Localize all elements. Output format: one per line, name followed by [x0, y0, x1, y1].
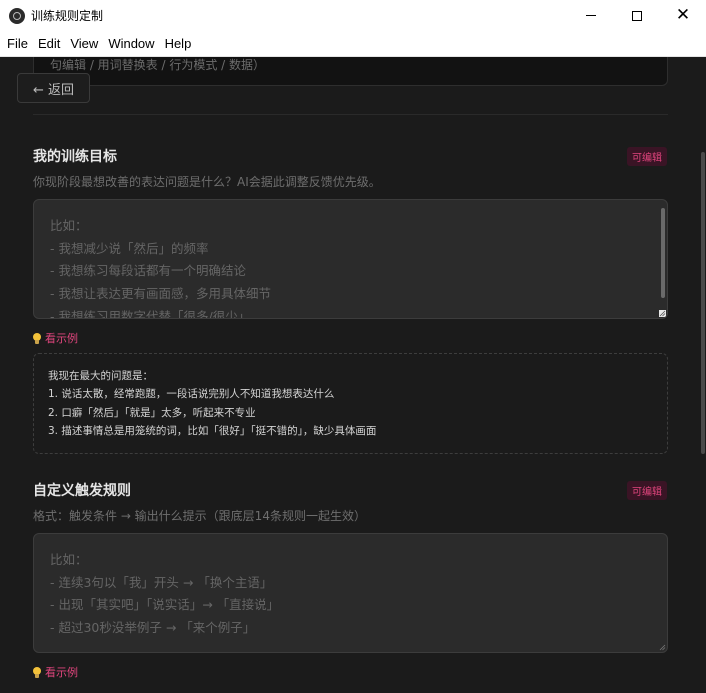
- menu-bar: File Edit View Window Help: [0, 31, 706, 57]
- example-line: 我现在最大的问题是：: [48, 370, 153, 382]
- lightbulb-icon: [33, 666, 41, 678]
- maximize-icon: [632, 10, 642, 21]
- example-line: 1. 说话太散，经常跑题，一段话说完别人不知道我想表达什么: [48, 388, 335, 401]
- previous-section-text: 句编辑 / 用词替换表 / 行为模式 / 数据）: [50, 58, 266, 72]
- previous-section-box: 句编辑 / 用词替换表 / 行为模式 / 数据）: [33, 57, 668, 86]
- menu-help[interactable]: Help: [160, 36, 197, 51]
- trigger-placeholder-line: - 超过30秒没举例子 → 「来个例子」: [50, 620, 256, 636]
- goal-example-label: 看示例: [45, 332, 78, 345]
- goal-example-toggle[interactable]: 看示例: [33, 330, 78, 346]
- goal-section-description: 你现阶段最想改善的表达问题是什么？AI会据此调整反馈优先级。: [33, 175, 381, 189]
- trigger-editable-badge: 可编辑: [627, 481, 667, 500]
- goal-textarea-scrollbar[interactable]: [661, 208, 665, 298]
- goal-placeholder-line: - 我想让表达更有画面感，多用具体细节: [50, 286, 271, 302]
- trigger-section-description: 格式：触发条件 → 输出什么提示（跟底层14条规则一起生效）: [33, 509, 366, 523]
- trigger-placeholder-line: - 连续3句以「我」开头 → 「换个主语」: [50, 574, 273, 590]
- page-scrollbar[interactable]: [701, 152, 705, 454]
- menu-edit[interactable]: Edit: [33, 36, 65, 51]
- minimize-button[interactable]: [568, 0, 614, 31]
- main-content[interactable]: 句编辑 / 用词替换表 / 行为模式 / 数据） ← 返回 我的训练目标 可编辑…: [0, 57, 706, 693]
- goal-placeholder-line: 比如：: [50, 218, 88, 233]
- menu-view[interactable]: View: [65, 36, 103, 51]
- trigger-placeholder-line: - 出现「其实吧」「说实话」→ 「直接说」: [50, 597, 280, 613]
- divider: [33, 114, 668, 115]
- window-title: 训练规则定制: [31, 9, 104, 23]
- menu-file[interactable]: File: [2, 36, 33, 51]
- menu-window[interactable]: Window: [103, 36, 159, 51]
- trigger-placeholder-line: 比如：: [50, 552, 88, 567]
- goal-textarea[interactable]: 比如： - 我想减少说「然后」的频率 - 我想练习每段话都有一个明确结论 - 我…: [33, 199, 668, 319]
- example-line: 3. 描述事情总是用笼统的词，比如「很好」「挺不错的」，缺少具体画面: [48, 424, 377, 437]
- maximize-button[interactable]: [614, 0, 660, 31]
- goal-placeholder-line: - 我想练习用数字代替「很多/很少」: [50, 308, 251, 319]
- goal-section-title: 我的训练目标: [33, 149, 117, 165]
- example-line: 2. 口癖「然后」「就是」太多，听起来不专业: [48, 406, 256, 419]
- goal-placeholder-line: - 我想减少说「然后」的频率: [50, 240, 209, 256]
- resize-handle-icon[interactable]: [659, 644, 666, 651]
- trigger-example-label: 看示例: [45, 666, 78, 679]
- close-icon: ✕: [675, 5, 691, 25]
- lightbulb-icon: [33, 332, 41, 344]
- trigger-example-toggle[interactable]: 看示例: [33, 664, 78, 680]
- title-bar: 训练规则定制 ✕: [0, 0, 706, 31]
- goal-example-box: 我现在最大的问题是： 1. 说话太散，经常跑题，一段话说完别人不知道我想表达什么…: [33, 353, 668, 454]
- back-button[interactable]: ← 返回: [17, 73, 90, 103]
- goal-editable-badge: 可编辑: [627, 147, 667, 166]
- goal-placeholder-line: - 我想练习每段话都有一个明确结论: [50, 263, 246, 279]
- app-icon: [9, 7, 25, 24]
- close-button[interactable]: ✕: [660, 0, 706, 31]
- resize-handle-icon[interactable]: [659, 310, 666, 317]
- trigger-textarea[interactable]: 比如： - 连续3句以「我」开头 → 「换个主语」 - 出现「其实吧」「说实话」…: [33, 533, 668, 653]
- window-controls: ✕: [568, 0, 706, 31]
- trigger-section-title: 自定义触发规则: [33, 483, 131, 499]
- minimize-icon: [586, 15, 596, 16]
